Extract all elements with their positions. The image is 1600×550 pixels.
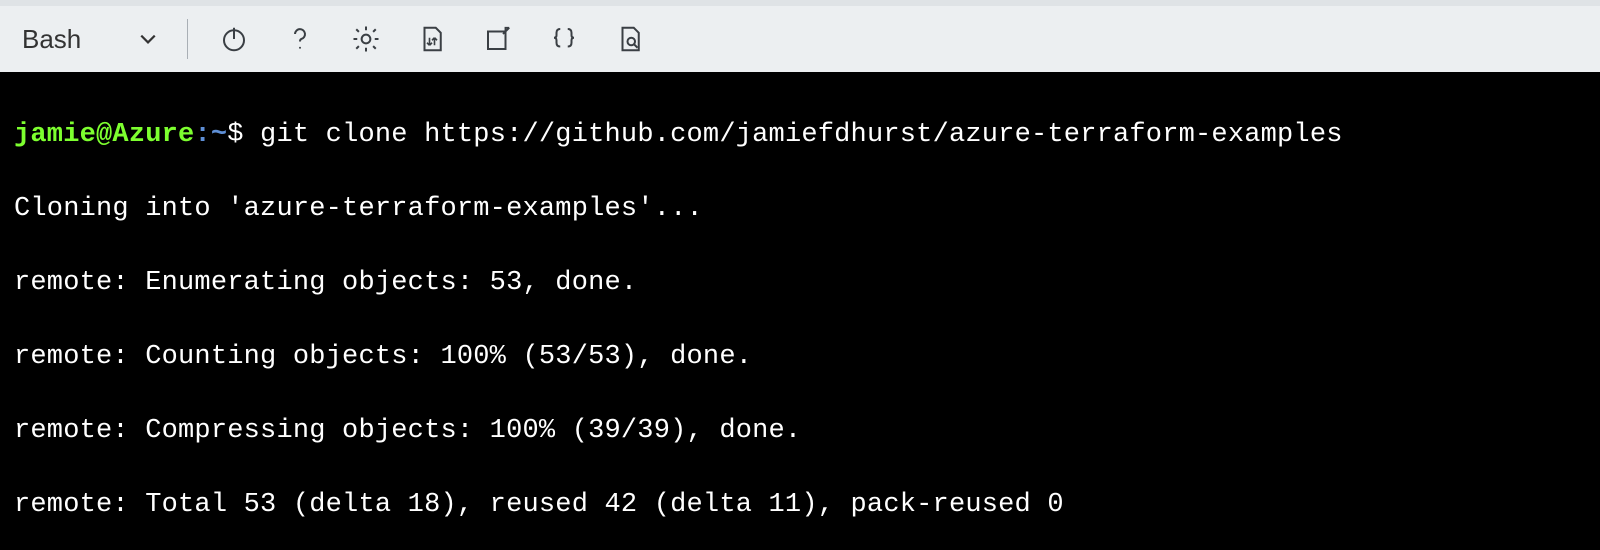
file-search-icon [615, 24, 645, 54]
prompt-sep: : [194, 120, 210, 150]
command-text: git clone https://github.com/jamiefdhurs… [244, 120, 1343, 150]
terminal-output[interactable]: jamie@Azure:~$ git clone https://github.… [0, 72, 1600, 550]
settings-button[interactable] [342, 15, 390, 63]
prompt-path: ~ [211, 120, 227, 150]
toolbar-divider [187, 19, 188, 59]
output-line: remote: Total 53 (delta 18), reused 42 (… [14, 487, 1586, 524]
shell-selector[interactable]: Bash [18, 18, 165, 61]
output-line: remote: Counting objects: 100% (53/53), … [14, 339, 1586, 376]
shell-selector-label: Bash [22, 24, 81, 55]
gear-icon [351, 24, 381, 54]
prompt-user: jamie@Azure [14, 120, 194, 150]
editor-button[interactable] [540, 15, 588, 63]
braces-icon [549, 24, 579, 54]
upload-download-button[interactable] [408, 15, 456, 63]
power-icon [219, 24, 249, 54]
new-session-button[interactable] [474, 15, 522, 63]
cloud-shell-toolbar: Bash [0, 0, 1600, 72]
output-line: remote: Compressing objects: 100% (39/39… [14, 413, 1586, 450]
output-line: Cloning into 'azure-terraform-examples'.… [14, 191, 1586, 228]
question-icon [285, 24, 315, 54]
restart-button[interactable] [210, 15, 258, 63]
output-line: remote: Enumerating objects: 53, done. [14, 265, 1586, 302]
help-button[interactable] [276, 15, 324, 63]
prompt-dollar: $ [227, 120, 243, 150]
new-window-icon [483, 24, 513, 54]
file-transfer-icon [417, 24, 447, 54]
chevron-down-icon [139, 30, 157, 48]
preview-button[interactable] [606, 15, 654, 63]
